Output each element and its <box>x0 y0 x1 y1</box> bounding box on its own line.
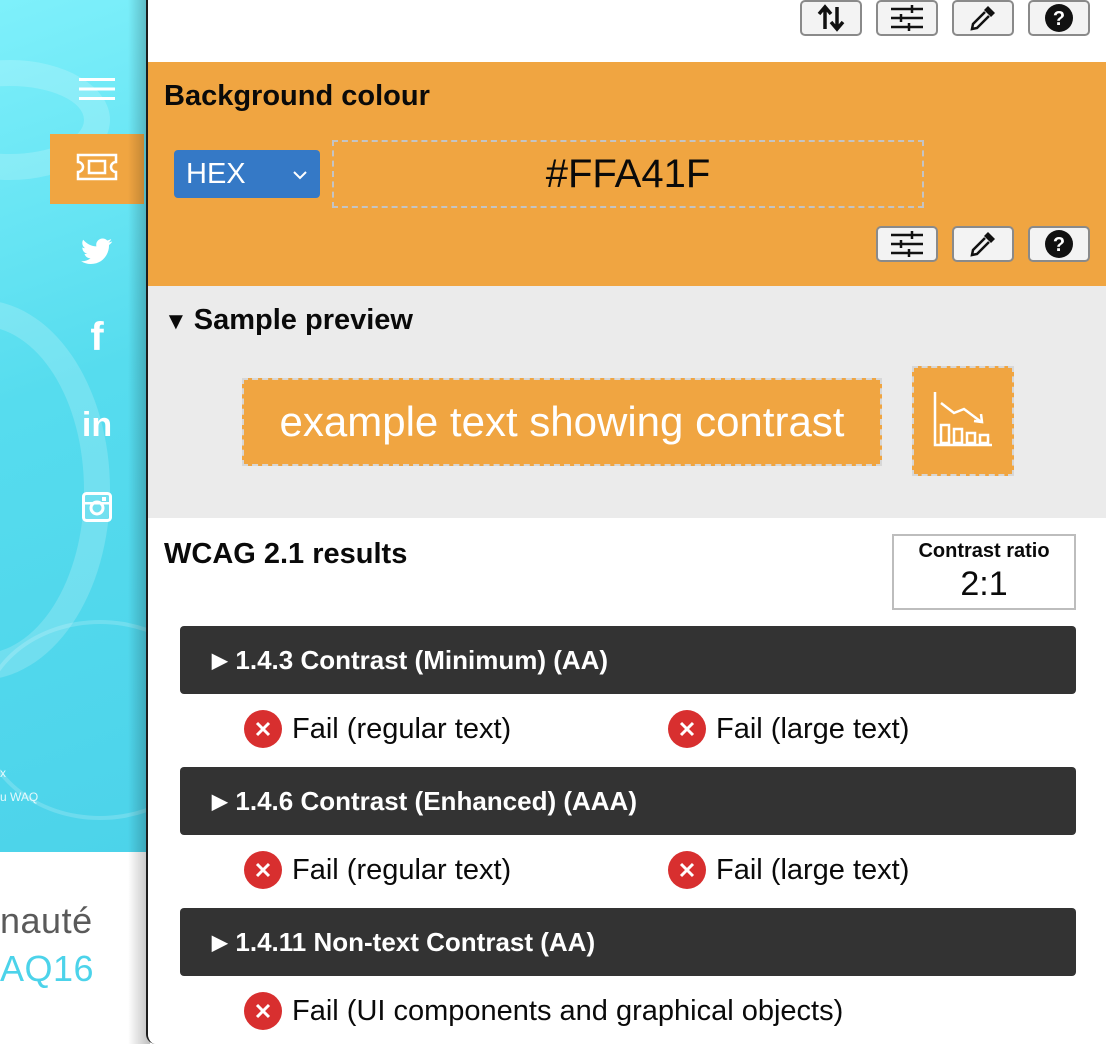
contrast-ratio-box: Contrast ratio 2:1 <box>892 534 1076 610</box>
instagram-icon <box>82 491 112 527</box>
sliders-icon <box>891 230 923 258</box>
fail-icon <box>244 851 282 889</box>
facebook-icon: f <box>90 314 104 359</box>
sample-text: example text showing contrast <box>279 398 845 445</box>
chart-icon <box>932 389 994 454</box>
section-title: Background colour <box>164 80 430 112</box>
wcag-results-section: WCAG 2.1 results Contrast ratio 2:1 ▶ 1.4… <box>148 518 1106 1044</box>
expanded-triangle-icon: ▼ <box>164 308 188 335</box>
collapsed-triangle-icon: ▶ <box>212 649 228 672</box>
format-select-value: HEX <box>186 157 246 190</box>
chevron-down-icon <box>292 162 308 195</box>
collapsed-triangle-icon: ▶ <box>212 790 228 813</box>
hero-credit: u WAQ <box>0 790 39 804</box>
result-ui-components: Fail (UI components and graphical object… <box>244 992 843 1030</box>
collapsed-triangle-icon: ▶ <box>212 931 228 954</box>
contrast-ratio-label: Contrast ratio <box>918 540 1050 562</box>
contrast-ratio-value: 2:1 <box>960 565 1008 603</box>
result-label: Fail (large text) <box>716 853 910 886</box>
sample-text-preview: example text showing contrast <box>242 378 882 466</box>
contrast-checker-panel: ? Background colour HEX ? <box>146 0 1106 1044</box>
eyedropper-icon <box>968 229 998 259</box>
result-regular-text: Fail (regular text) <box>244 710 511 748</box>
criterion-1-4-3-toggle[interactable]: ▶ 1.4.3 Contrast (Minimum) (AA) <box>180 626 1076 694</box>
hex-colour-input[interactable] <box>332 140 924 208</box>
twitter-icon <box>81 238 113 269</box>
top-toolbar: ? <box>148 0 1106 62</box>
adjust-button[interactable] <box>876 0 938 36</box>
sliders-icon <box>891 4 923 32</box>
colour-format-select[interactable]: HEX <box>174 150 320 198</box>
result-regular-text: Fail (regular text) <box>244 851 511 889</box>
help-button[interactable]: ? <box>1028 226 1090 262</box>
menu-icon <box>79 77 115 106</box>
result-label: Fail (regular text) <box>292 853 512 886</box>
criterion-label: 1.4.11 Non-text Contrast (AA) <box>235 926 596 957</box>
eyedropper-button[interactable] <box>952 226 1014 262</box>
criterion-1-4-11-toggle[interactable]: ▶ 1.4.11 Non-text Contrast (AA) <box>180 908 1076 976</box>
criterion-1-4-6-toggle[interactable]: ▶ 1.4.6 Contrast (Enhanced) (AAA) <box>180 767 1076 835</box>
sample-graphic-preview <box>912 366 1014 476</box>
criterion-label: 1.4.6 Contrast (Enhanced) (AAA) <box>235 785 637 816</box>
hero-credit: x <box>0 766 6 780</box>
fail-icon <box>244 710 282 748</box>
help-icon: ? <box>1044 3 1074 33</box>
sample-preview-toggle[interactable]: ▼ Sample preview <box>164 304 413 337</box>
svg-text:?: ? <box>1053 234 1065 256</box>
adjust-button[interactable] <box>876 226 938 262</box>
help-icon: ? <box>1044 229 1074 259</box>
result-label: Fail (regular text) <box>292 712 512 745</box>
fail-icon <box>668 710 706 748</box>
svg-text:?: ? <box>1053 8 1065 30</box>
sample-preview-section: ▼ Sample preview example text showing con… <box>148 286 1106 518</box>
result-large-text: Fail (large text) <box>668 710 909 748</box>
eyedropper-icon <box>968 3 998 33</box>
criterion-label: 1.4.3 Contrast (Minimum) (AA) <box>235 644 609 675</box>
result-large-text: Fail (large text) <box>668 851 909 889</box>
background-colour-section: Background colour HEX ? <box>148 62 1106 286</box>
page-text-accent: AQ16 <box>0 948 95 989</box>
ticket-icon <box>76 153 118 186</box>
page-text: nauté <box>0 900 93 941</box>
result-label: Fail (large text) <box>716 712 910 745</box>
help-button[interactable]: ? <box>1028 0 1090 36</box>
linkedin-icon: in <box>81 405 113 444</box>
section-title: Sample preview <box>193 304 413 336</box>
fail-icon <box>668 851 706 889</box>
result-label: Fail (UI components and graphical object… <box>292 994 844 1027</box>
section-title: WCAG 2.1 results <box>164 538 408 570</box>
fail-icon <box>244 992 282 1030</box>
eyedropper-button[interactable] <box>952 0 1014 36</box>
swap-colours-button[interactable] <box>800 0 862 36</box>
swap-icon <box>816 3 846 33</box>
